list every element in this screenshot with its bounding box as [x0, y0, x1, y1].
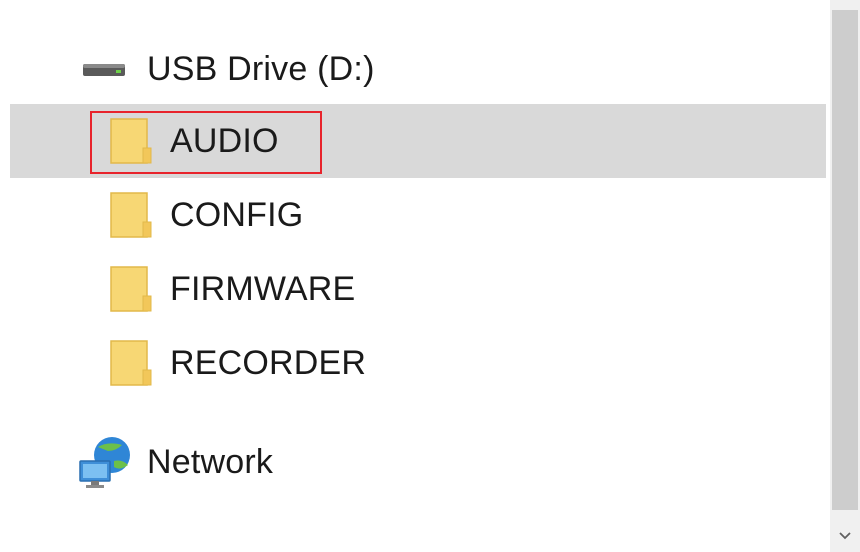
tree-item-label: Network: [147, 442, 274, 481]
tree-item-recorder[interactable]: RECORDER: [10, 326, 826, 400]
tree-item-label: AUDIO: [170, 121, 279, 160]
tree-item-usb-drive[interactable]: USB Drive (D:): [10, 32, 826, 106]
folder-icon: [110, 266, 152, 317]
network-icon: [78, 435, 138, 496]
tree-item-label: FIRMWARE: [170, 269, 356, 308]
tree-item-config[interactable]: CONFIG: [10, 178, 826, 252]
tree-item-label: CONFIG: [170, 195, 304, 234]
navigation-pane: USB Drive (D:) AUDIO CONFIG FIRMWARE REC…: [0, 0, 860, 552]
folder-icon: [110, 192, 152, 243]
tree-item-label: RECORDER: [170, 343, 367, 382]
tree-item-network[interactable]: Network: [10, 425, 826, 499]
usb-drive-icon: [82, 62, 126, 83]
tree-item-label: USB Drive (D:): [147, 49, 375, 88]
vertical-scrollbar[interactable]: [830, 0, 860, 552]
folder-icon: [110, 340, 152, 391]
tree-item-audio[interactable]: AUDIO: [10, 104, 826, 178]
tree-item-firmware[interactable]: FIRMWARE: [10, 252, 826, 326]
chevron-down-icon[interactable]: [837, 528, 853, 544]
folder-icon: [110, 118, 152, 169]
scrollbar-thumb[interactable]: [832, 10, 858, 510]
